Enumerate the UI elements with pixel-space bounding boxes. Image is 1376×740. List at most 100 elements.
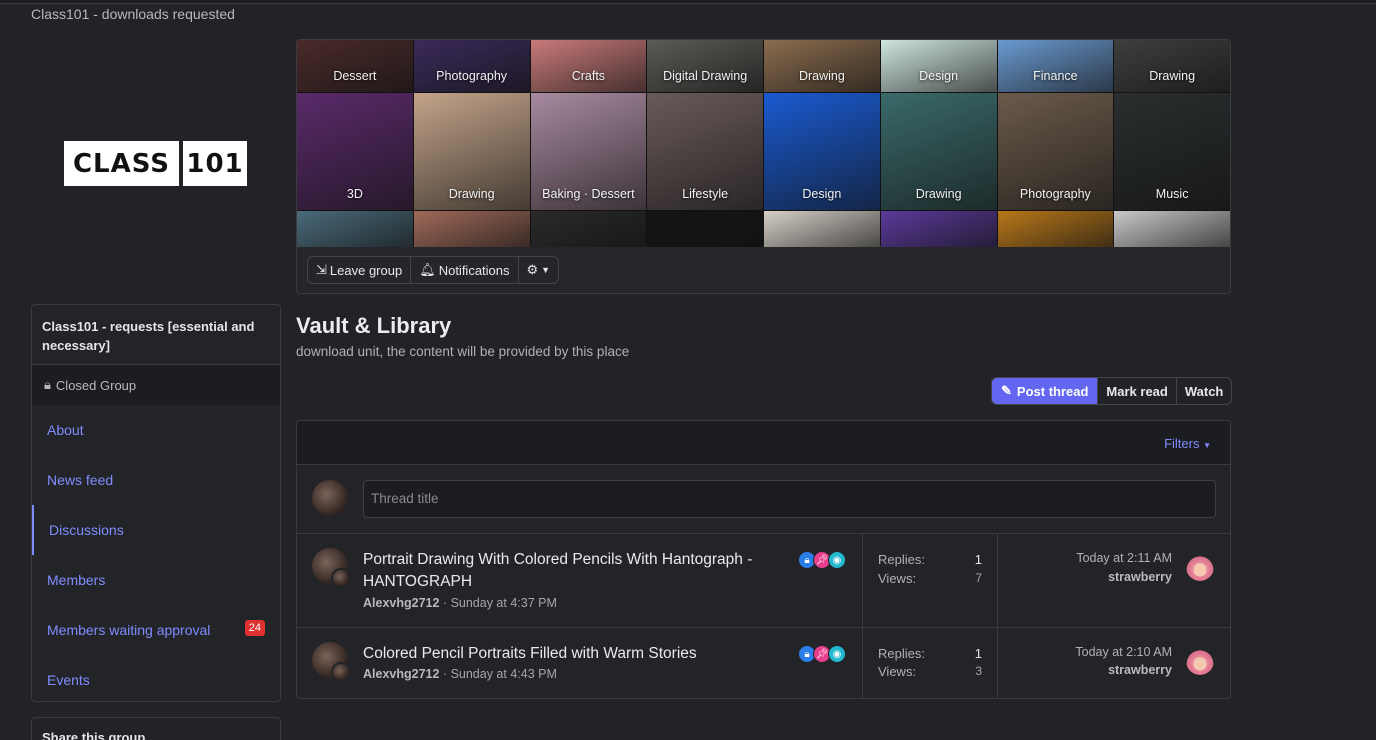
category-tile	[413, 211, 530, 247]
filters-label: Filters	[1164, 436, 1200, 451]
thread-title-link[interactable]: Portrait Drawing With Colored Pencils Wi…	[363, 549, 783, 593]
thread-stats-cell: Replies: 1 Views: 7	[863, 534, 998, 627]
sidebar-item-label: About	[47, 422, 84, 438]
thread-stats-cell: Replies: 1 Views: 3	[863, 628, 998, 698]
thread-main-cell: Portrait Drawing With Colored Pencils Wi…	[297, 534, 863, 627]
closed-group-label: Closed Group	[55, 377, 137, 393]
sidebar-item-events[interactable]: Events	[32, 655, 280, 705]
logo-part-2: 101	[183, 141, 247, 186]
category-tile-label: 3D	[346, 187, 363, 201]
last-poster-avatar[interactable]	[1186, 553, 1214, 581]
sidebar-item-about[interactable]: About	[32, 405, 280, 455]
leave-icon: ⇲	[316, 262, 327, 277]
thread-author-link[interactable]: Alexvhg2712	[363, 667, 439, 681]
category-tile: Drawing	[880, 93, 997, 210]
page-title: Vault & Library	[296, 313, 452, 338]
filters-dropdown[interactable]: Filters ▼	[1164, 436, 1211, 451]
category-tile-label: Photography	[1019, 187, 1091, 201]
category-tile: Music	[1114, 93, 1230, 210]
forum-toolbar: ✎ Post thread Mark read Watch	[991, 377, 1233, 405]
group-actions: ⇲ Leave group 🔔︎ Notifications ⚙ ▼	[307, 256, 560, 284]
last-post-cell: Today at 2:11 AM strawberry	[998, 534, 1230, 627]
last-post-user[interactable]: strawberry	[1108, 570, 1172, 584]
watch-button[interactable]: Watch	[1177, 378, 1232, 404]
thread-date[interactable]: Sunday at 4:37 PM	[451, 596, 557, 610]
thread-date[interactable]: Sunday at 4:43 PM	[451, 667, 557, 681]
category-tile-label: Lifestyle	[682, 187, 729, 201]
mark-read-button[interactable]: Mark read	[1098, 378, 1177, 404]
thread-list: Filters ▼ Thread title Portrait Drawing …	[296, 420, 1231, 699]
top-border	[0, 0, 1376, 4]
views-label: Views:	[878, 571, 917, 586]
notifications-button[interactable]: 🔔︎ Notifications	[411, 257, 519, 283]
last-post-time[interactable]: Today at 2:10 AM	[1075, 645, 1172, 659]
sidebar-item-label: Events	[47, 672, 90, 688]
gear-icon: ⚙	[526, 262, 539, 277]
avatar[interactable]	[312, 480, 348, 516]
group-title: Class101 - requests [essential and neces…	[32, 305, 280, 365]
breadcrumb[interactable]: Class101 - downloads requested	[31, 6, 235, 22]
last-poster-avatar[interactable]	[1186, 647, 1214, 675]
category-tile: Digital Drawing	[647, 40, 763, 92]
settings-dropdown-button[interactable]: ⚙ ▼	[519, 257, 559, 283]
replies-row: Replies: 1	[878, 646, 982, 661]
table-row: Portrait Drawing With Colored Pencils Wi…	[297, 534, 1230, 628]
category-tile: Drawing	[413, 93, 530, 210]
notifications-label: Notifications	[438, 262, 510, 278]
leave-group-button[interactable]: ⇲ Leave group	[308, 257, 412, 283]
thread-list-header: Filters ▼	[297, 421, 1230, 465]
group-sidebar: Class101 - requests [essential and neces…	[31, 304, 281, 702]
category-tile	[764, 211, 880, 247]
category-tile	[297, 211, 413, 247]
replies-row: Replies: 1	[878, 552, 982, 567]
thread-meta: Alexvhg2712 · Sunday at 4:43 PM	[363, 667, 557, 681]
post-thread-label: Post thread	[1016, 383, 1089, 399]
share-group-panel: Share this group	[31, 717, 281, 740]
meta-separator: ·	[442, 667, 451, 681]
replies-label: Replies:	[878, 646, 925, 661]
sidebar-item-members[interactable]: Members	[32, 555, 280, 605]
sidebar-item-discussions[interactable]: Discussions	[32, 505, 280, 555]
last-post-cell: Today at 2:10 AM strawberry	[998, 628, 1230, 698]
avatar[interactable]	[331, 662, 351, 682]
category-tile	[530, 211, 647, 247]
quick-thread-row: Thread title	[297, 465, 1230, 534]
watched-icon: ◉	[828, 551, 846, 569]
category-tile: Photography	[413, 40, 530, 92]
last-post-user[interactable]: strawberry	[1108, 663, 1172, 677]
bell-icon: 🔔︎	[419, 262, 436, 277]
category-tile-label: Crafts	[571, 69, 606, 83]
views-count: 7	[975, 571, 982, 585]
thread-author-link[interactable]: Alexvhg2712	[363, 596, 439, 610]
category-tile: Drawing	[1114, 40, 1230, 92]
replies-count: 1	[974, 552, 982, 567]
post-thread-button[interactable]: ✎ Post thread	[992, 378, 1099, 404]
sidebar-item-label: News feed	[47, 472, 114, 488]
last-post-time[interactable]: Today at 2:11 AM	[1076, 551, 1172, 565]
sidebar-item-members-waiting-approval[interactable]: Members waiting approval 24	[32, 605, 280, 655]
avatar[interactable]	[331, 568, 351, 588]
category-tile: Design	[764, 93, 880, 210]
sidebar-item-news-feed[interactable]: News feed	[32, 455, 280, 505]
pending-count-badge: 24	[244, 620, 265, 636]
thread-title-link[interactable]: Colored Pencil Portraits Filled with War…	[363, 643, 783, 665]
views-row: Views: 3	[878, 664, 982, 679]
lock-icon: 🔒︎	[44, 377, 51, 392]
replies-label: Replies:	[878, 552, 925, 567]
thread-title-input[interactable]: Thread title	[363, 480, 1216, 518]
category-tile-label: Baking · Dessert	[542, 187, 635, 201]
sidebar-item-label: Members waiting approval	[47, 622, 211, 638]
category-tile: Baking · Dessert	[530, 93, 647, 210]
category-tile-label: Drawing	[915, 187, 962, 201]
category-tile-label: Dessert	[333, 69, 377, 83]
table-row: Colored Pencil Portraits Filled with War…	[297, 628, 1230, 698]
category-tile: Photography	[997, 93, 1114, 210]
closed-group-status: 🔒︎ Closed Group	[32, 365, 280, 405]
category-tile-label: Design	[802, 187, 842, 201]
category-tile-label: Drawing	[798, 69, 845, 83]
share-title: Share this group	[42, 730, 146, 740]
thread-main-cell: Colored Pencil Portraits Filled with War…	[297, 628, 863, 698]
replies-count: 1	[974, 646, 982, 661]
thread-status-icons: 🔒︎ 📌︎ ◉	[798, 645, 846, 663]
category-tile: 3D	[297, 93, 413, 210]
